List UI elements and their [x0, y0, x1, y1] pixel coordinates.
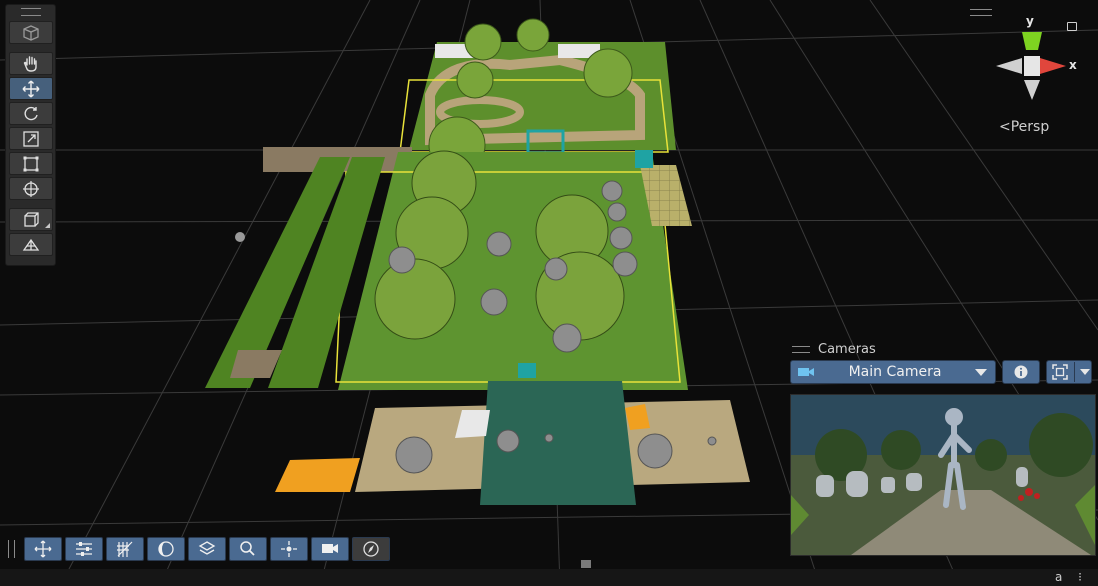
grid-snap-icon: [117, 541, 133, 557]
selected-camera-label: Main Camera: [848, 364, 942, 380]
transform-tool-button[interactable]: [8, 177, 53, 200]
sliders-button[interactable]: [65, 536, 103, 561]
status-bar: a ⁝: [0, 569, 1098, 586]
grid-snap-button[interactable]: [106, 536, 144, 561]
status-icons: a ⁝: [1055, 570, 1088, 584]
transform-icon: [22, 180, 39, 197]
move-tool-button[interactable]: [8, 77, 53, 100]
lock-icon[interactable]: [1067, 22, 1077, 31]
camera-info-button[interactable]: [1002, 360, 1040, 384]
rect-tool-button[interactable]: [8, 152, 53, 175]
projection-label: Persp: [1010, 119, 1050, 135]
compass-button[interactable]: [352, 536, 390, 561]
camera-preview: [790, 394, 1096, 556]
chevron-down-icon: [1080, 369, 1090, 375]
info-icon: [1014, 365, 1028, 379]
frame-icon: [1052, 364, 1068, 380]
cube-icon: [22, 24, 39, 41]
camera-frame-button[interactable]: [1046, 360, 1092, 384]
compass-icon: [363, 540, 379, 557]
shading-button[interactable]: [147, 536, 185, 561]
scale-tool-button[interactable]: [8, 127, 53, 150]
tools-drag-handle[interactable]: [6, 5, 55, 19]
move-arrows-icon: [34, 540, 52, 557]
hand-tool-button[interactable]: [8, 52, 53, 75]
drag-handle-icon[interactable]: [792, 345, 810, 353]
move-arrows-icon: [22, 80, 39, 97]
camera-icon: [798, 368, 814, 376]
camera-preview-image: [791, 395, 1095, 555]
view-cube-button[interactable]: [8, 21, 53, 44]
camera-view-button[interactable]: [311, 536, 349, 561]
cameras-overlay: Cameras Main Camera: [788, 340, 1096, 558]
chevron-left-icon: <: [999, 119, 1011, 135]
camera-select-dropdown[interactable]: Main Camera: [790, 360, 996, 384]
bottom-toolbar: [8, 535, 390, 562]
rotate-tool-button[interactable]: [8, 102, 53, 125]
tools-overlay: [5, 4, 56, 266]
rect-transform-icon: [23, 156, 38, 171]
chevron-down-icon: [975, 368, 987, 376]
box-outline-icon: [23, 211, 39, 227]
cameras-header[interactable]: Cameras: [788, 340, 1094, 358]
pivot-button[interactable]: [270, 536, 308, 561]
orientation-button[interactable]: [8, 233, 53, 256]
projection-toggle[interactable]: <Persp: [999, 119, 1049, 135]
orientation-icon: [22, 238, 39, 251]
gizmo-y-label[interactable]: y: [1026, 14, 1034, 28]
hand-icon: [23, 55, 37, 72]
search-icon: [240, 540, 255, 556]
move-handle-button[interactable]: [24, 536, 62, 561]
view-options-button[interactable]: [8, 208, 53, 231]
camera-eye-icon: [322, 543, 338, 553]
layers-icon: [198, 540, 216, 555]
gizmos-button[interactable]: [188, 536, 226, 561]
pivot-icon: [281, 540, 297, 557]
dropdown-corner-icon: [44, 223, 50, 228]
gizmo-x-label[interactable]: x: [1069, 58, 1077, 72]
cameras-title: Cameras: [818, 341, 876, 357]
shading-sphere-icon: [158, 540, 174, 557]
resize-handle[interactable]: [581, 560, 591, 568]
rotate-icon: [24, 106, 38, 120]
search-button[interactable]: [229, 536, 267, 561]
gizmo-drag-handle[interactable]: [970, 9, 992, 16]
scale-icon: [22, 130, 39, 147]
sliders-icon: [76, 541, 92, 556]
toolbar-drag-handle[interactable]: [8, 539, 15, 558]
